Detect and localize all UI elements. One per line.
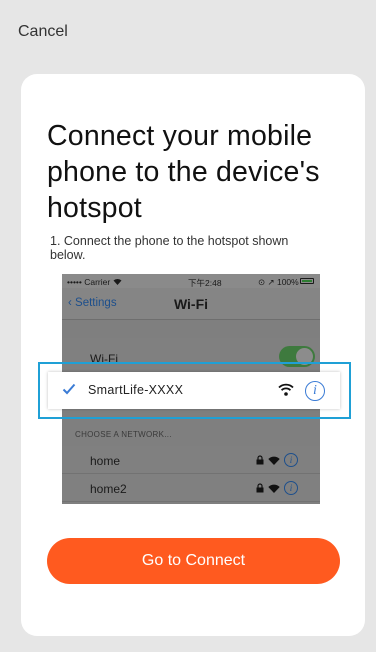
- highlighted-hotspot-callout: SmartLife-XXXX i: [38, 362, 351, 419]
- lock-icon: [256, 483, 264, 493]
- status-carrier: ••••• Carrier: [67, 277, 122, 287]
- network-name: home2: [90, 482, 127, 496]
- page-title: Connect your mobile phone to the device'…: [47, 120, 320, 224]
- choose-network-header: CHOOSE A NETWORK...: [75, 430, 172, 439]
- info-icon: i: [284, 481, 298, 495]
- info-icon: i: [305, 381, 325, 401]
- hotspot-network-row: SmartLife-XXXX i: [48, 372, 340, 409]
- step-instruction: 1. Connect the phone to the hotspot show…: [50, 234, 289, 262]
- instruction-card: Connect your mobile phone to the device'…: [21, 74, 365, 636]
- go-to-connect-button[interactable]: Go to Connect: [47, 538, 340, 584]
- battery-icon: [300, 278, 314, 284]
- illustration-nav-title: Wi-Fi: [173, 296, 209, 312]
- illustration-status-bar: ••••• Carrier 下午2:48 ⊙ ↗ 100%: [62, 274, 320, 288]
- network-row: home i: [62, 446, 320, 474]
- hotspot-network-name: SmartLife-XXXX: [88, 383, 184, 397]
- wifi-signal-icon: [278, 383, 294, 396]
- network-row: home2 i: [62, 474, 320, 502]
- network-name: home: [90, 454, 121, 468]
- wifi-signal-icon: [268, 484, 280, 493]
- status-battery-text: ⊙ ↗ 100%: [258, 277, 299, 287]
- status-wifi-icon: [113, 278, 122, 285]
- wifi-signal-icon: [268, 456, 280, 465]
- illustration-nav-bar: ‹ Settings Wi-Fi: [62, 288, 320, 320]
- info-icon: i: [284, 453, 298, 467]
- checkmark-icon: [62, 383, 76, 395]
- lock-icon: [256, 455, 264, 465]
- cancel-button[interactable]: Cancel: [18, 23, 68, 41]
